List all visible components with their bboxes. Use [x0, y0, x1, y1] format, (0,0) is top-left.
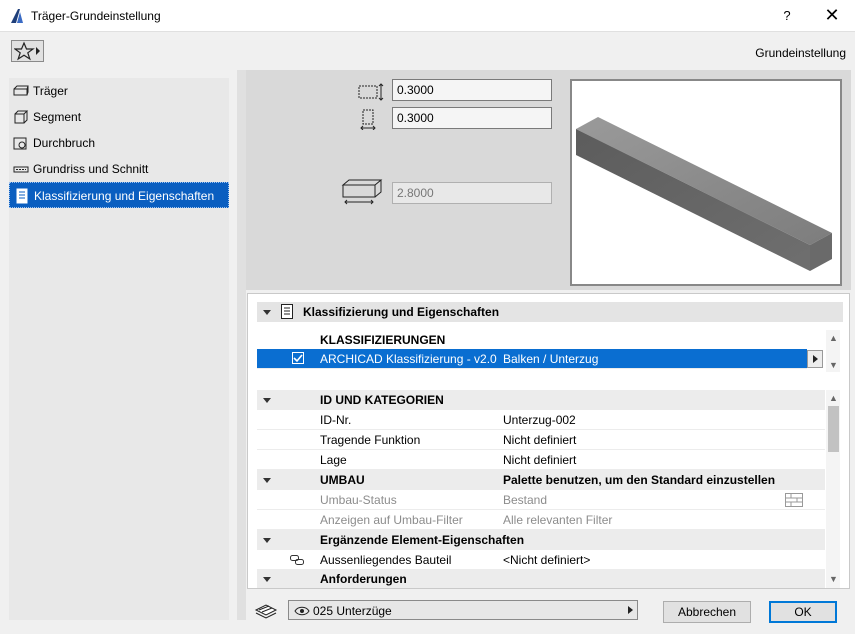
favorites-dropdown-arrow-icon [36, 47, 40, 55]
property-name: Tragende Funktion [320, 433, 421, 447]
sidebar-item-traeger[interactable]: Träger [9, 78, 229, 104]
property-name: Lage [320, 453, 347, 467]
width-dimension-icon [358, 83, 384, 101]
sidebar-item-label: Träger [33, 84, 68, 98]
classification-value: Balken / Unterzug [503, 352, 599, 366]
property-row-id-nr[interactable]: ID-Nr. Unterzug-002 [257, 410, 825, 430]
group-label: Ergänzende Element-Eigenschaften [320, 533, 525, 547]
sidebar-item-klassifizierung[interactable]: Klassifizierung und Eigenschaften [9, 182, 229, 208]
classification-system: ARCHICAD Klassifizierung - v2.0 [320, 352, 497, 366]
archicad-logo-icon [11, 9, 23, 23]
beam-3d-render [576, 117, 832, 271]
group-row-umbau[interactable]: UMBAU Palette benutzen, um den Standard … [257, 470, 825, 490]
width-input[interactable]: 0.3000 [392, 79, 552, 101]
layers-icon [254, 604, 278, 619]
layer-name: 025 Unterzüge [313, 604, 392, 618]
title-bar: Träger-Grundeinstellung ? ✕ [0, 0, 855, 32]
length-input: 2.8000 [392, 182, 552, 204]
scroll-down-icon[interactable]: ▼ [829, 360, 838, 370]
property-value[interactable]: Nicht definiert [503, 453, 576, 467]
opening-icon [13, 137, 27, 150]
cancel-button[interactable]: Abbrechen [663, 601, 751, 623]
property-name: Anzeigen auf Umbau-Filter [320, 513, 463, 527]
segment-icon [14, 110, 29, 124]
group-label: Anforderungen [320, 572, 407, 586]
property-name: ID-Nr. [320, 413, 352, 427]
scroll-up-icon[interactable]: ▲ [829, 393, 838, 403]
classification-scrollbar[interactable]: ▲ ▼ [826, 330, 840, 372]
collapse-triangle-icon[interactable] [263, 538, 271, 543]
collapse-triangle-icon[interactable] [263, 310, 271, 315]
sidebar-item-label: Durchbruch [33, 136, 96, 150]
chevron-right-icon [813, 355, 818, 363]
property-row-umbau-filter: Anzeigen auf Umbau-Filter Alle relevante… [257, 510, 825, 530]
ok-button[interactable]: OK [769, 601, 837, 623]
property-name: Aussenliegendes Bauteil [320, 553, 452, 567]
panel-divider [237, 70, 246, 620]
property-row-umbau-status: Umbau-Status Bestand [257, 490, 825, 510]
preset-label: Grundeinstellung [755, 46, 846, 60]
classification-header: KLASSIFIZIERUNGEN [320, 333, 446, 347]
section-header[interactable]: Klassifizierung und Eigenschaften [257, 302, 843, 322]
property-row-lage[interactable]: Lage Nicht definiert [257, 450, 825, 470]
group-row-ergaenzende[interactable]: Ergänzende Element-Eigenschaften [257, 530, 825, 550]
property-value: Alle relevanten Filter [503, 513, 613, 527]
checkbox-checked-icon[interactable] [292, 352, 304, 364]
layer-select[interactable]: 025 Unterzüge [288, 600, 638, 620]
brick-wall-icon [785, 493, 803, 507]
group-label: ID UND KATEGORIEN [320, 393, 444, 407]
sidebar-item-durchbruch[interactable]: Durchbruch [9, 130, 229, 156]
collapse-triangle-icon[interactable] [263, 478, 271, 483]
classification-picker-button[interactable] [807, 350, 823, 368]
property-value: Bestand [503, 493, 548, 507]
height-dimension-icon [360, 109, 376, 130]
favorites-button[interactable] [11, 40, 44, 62]
chevron-right-icon [628, 606, 633, 614]
property-row-tragende-funktion[interactable]: Tragende Funktion Nicht definiert [257, 430, 825, 450]
link-icon [290, 555, 304, 565]
group-hint: Palette benutzen, um den Standard einzus… [503, 473, 776, 487]
beam-3d-preview [570, 79, 842, 286]
geometry-area: 0.3000 0.3000 2.8000 [246, 70, 851, 290]
group-row-id[interactable]: ID UND KATEGORIEN [257, 390, 825, 410]
property-value[interactable]: Nicht definiert [503, 433, 576, 447]
footer-bar: 025 Unterzüge Abbrechen OK [246, 592, 851, 630]
star-icon [14, 41, 35, 61]
sidebar-item-label: Klassifizierung und Eigenschaften [34, 189, 215, 203]
section-title: Klassifizierung und Eigenschaften [303, 305, 500, 319]
property-value[interactable]: <Nicht definiert> [503, 553, 590, 567]
group-label: UMBAU [320, 473, 365, 487]
property-row-aussenliegendes-bauteil[interactable]: Aussenliegendes Bauteil <Nicht definiert… [257, 550, 825, 570]
sidebar-item-segment[interactable]: Segment [9, 104, 229, 130]
close-button[interactable]: ✕ [812, 0, 852, 32]
classification-row[interactable]: ARCHICAD Klassifizierung - v2.0 Balken /… [257, 349, 807, 369]
properties-scrollbar[interactable]: ▲ ▼ [826, 390, 840, 588]
sidebar-item-label: Segment [33, 110, 82, 124]
document-icon [281, 304, 293, 319]
floorplan-icon [13, 166, 29, 173]
help-button[interactable]: ? [770, 0, 804, 32]
height-input[interactable]: 0.3000 [392, 107, 552, 129]
beam-icon [13, 85, 29, 96]
document-icon [16, 188, 28, 204]
properties-panel: Klassifizierung und Eigenschaften KLASSI… [247, 293, 850, 589]
scroll-down-icon[interactable]: ▼ [829, 574, 838, 584]
collapse-triangle-icon[interactable] [263, 398, 271, 403]
length-dimension-icon [341, 179, 383, 205]
sidebar-item-grundriss-und-schnitt[interactable]: Grundriss und Schnitt [9, 156, 229, 182]
property-value[interactable]: Unterzug-002 [503, 413, 576, 427]
collapse-triangle-icon[interactable] [263, 577, 271, 582]
window-title: Träger-Grundeinstellung [31, 9, 161, 23]
settings-page-list: Träger Segment Durchbruch Grundriss und … [9, 78, 229, 620]
property-name: Umbau-Status [320, 493, 397, 507]
eye-icon [294, 606, 310, 616]
scrollbar-thumb[interactable] [828, 406, 839, 452]
sidebar-item-label: Grundriss und Schnitt [33, 162, 149, 176]
classification-header-row: KLASSIFIZIERUNGEN [257, 330, 825, 350]
scroll-up-icon[interactable]: ▲ [829, 333, 838, 343]
group-row-anforderungen[interactable]: Anforderungen [257, 570, 825, 588]
